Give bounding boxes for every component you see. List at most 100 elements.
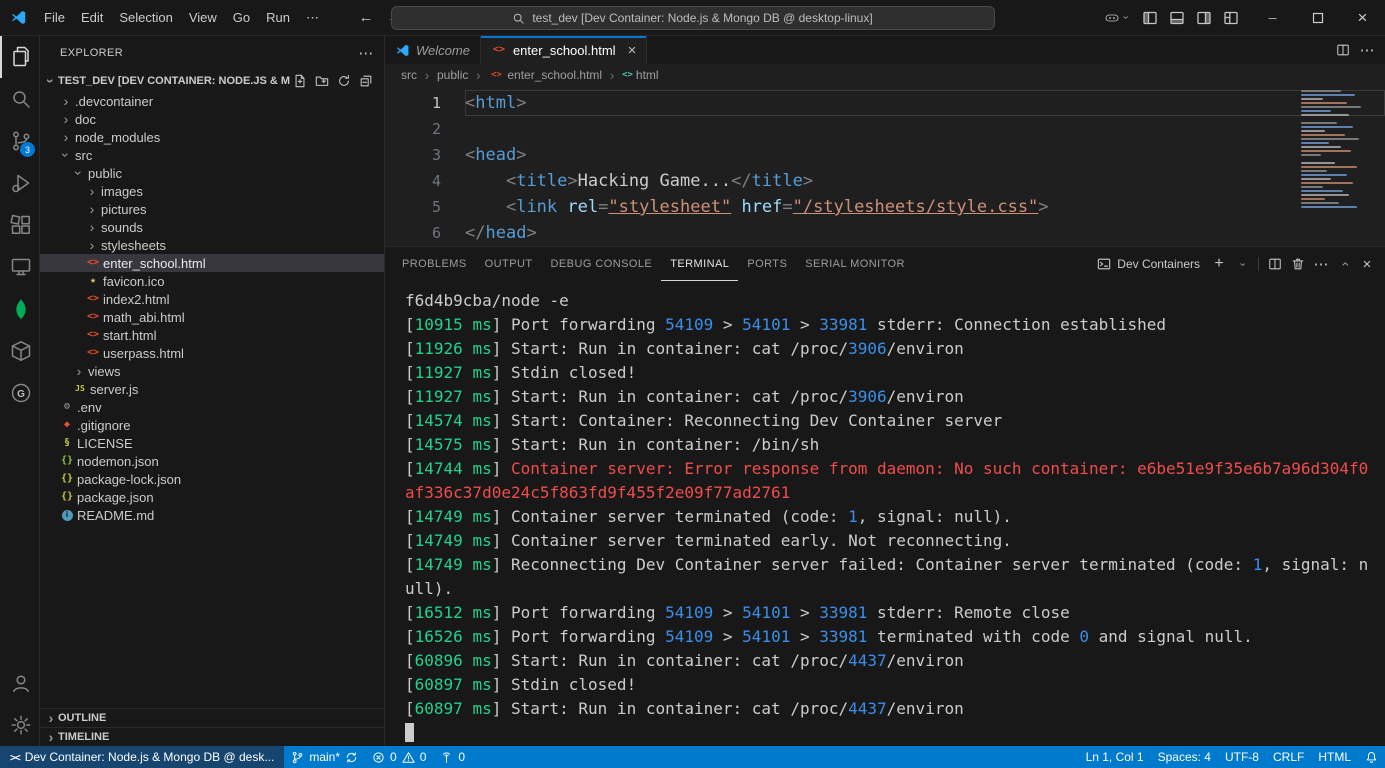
folder-public[interactable]: public: [40, 164, 384, 182]
file-math-abi-html[interactable]: <>math_abi.html: [40, 308, 384, 326]
remote-indicator[interactable]: Dev Container: Node.js & Mongo DB @ desk…: [0, 746, 284, 768]
cursor-position[interactable]: Ln 1, Col 1: [1079, 746, 1151, 768]
folder-sounds[interactable]: sounds: [40, 218, 384, 236]
folder-pictures[interactable]: pictures: [40, 200, 384, 218]
terminal-profile-selector[interactable]: Dev Containers: [1091, 257, 1206, 271]
customize-layout-button[interactable]: [1220, 7, 1242, 29]
env-file-icon: ⚙: [59, 402, 75, 412]
file-server-js[interactable]: JSserver.js: [40, 380, 384, 398]
panel-tab-debug-console[interactable]: DEBUG CONSOLE: [542, 247, 662, 281]
menu-go[interactable]: Go: [225, 6, 258, 29]
timeline-section[interactable]: TIMELINE: [40, 727, 384, 746]
file-package-lock-json[interactable]: {}package-lock.json: [40, 470, 384, 488]
ports-indicator[interactable]: 0: [433, 746, 472, 768]
go-back-icon[interactable]: [355, 7, 377, 29]
new-terminal-button[interactable]: [1209, 254, 1229, 274]
branch-label: main*: [309, 750, 340, 764]
kill-terminal-button[interactable]: [1288, 254, 1308, 274]
split-terminal-button[interactable]: [1265, 254, 1285, 274]
file-start-html[interactable]: <>start.html: [40, 326, 384, 344]
code-editor[interactable]: 123456 <html><head> <title>Hacking Game.…: [385, 86, 1385, 246]
toggle-primary-sidebar-button[interactable]: [1139, 7, 1161, 29]
menu-selection[interactable]: Selection: [111, 6, 180, 29]
panel-tab-serial-monitor[interactable]: SERIAL MONITOR: [796, 247, 914, 281]
menu-edit[interactable]: Edit: [73, 6, 111, 29]
search-icon[interactable]: [0, 78, 39, 120]
toggle-panel-button[interactable]: [1166, 7, 1188, 29]
folder-doc[interactable]: doc: [40, 110, 384, 128]
settings-icon[interactable]: [0, 704, 39, 746]
refresh-explorer-button[interactable]: [334, 71, 354, 91]
source-control-icon[interactable]: 3: [0, 120, 39, 162]
encoding-setting[interactable]: UTF-8: [1218, 746, 1266, 768]
docker-icon[interactable]: [0, 330, 39, 372]
folder-src[interactable]: src: [40, 146, 384, 164]
folder-node-modules[interactable]: node_modules: [40, 128, 384, 146]
maximize-button[interactable]: [1295, 0, 1340, 36]
run-and-debug-icon[interactable]: [0, 162, 39, 204]
git-branch-indicator[interactable]: main*: [284, 746, 365, 768]
file-gitignore[interactable]: ◆.gitignore: [40, 416, 384, 434]
language-mode[interactable]: HTML: [1311, 746, 1358, 768]
menu-file[interactable]: File: [36, 6, 73, 29]
terminal-dropdown-button[interactable]: [1232, 254, 1252, 274]
file-env[interactable]: ⚙.env: [40, 398, 384, 416]
folder-devcontainer[interactable]: .devcontainer: [40, 92, 384, 110]
breadcrumb-enter-school-html[interactable]: enter_school.html: [507, 68, 602, 82]
file-favicon-ico[interactable]: ★favicon.ico: [40, 272, 384, 290]
menu-more[interactable]: ⋯: [298, 6, 327, 29]
copilot-menu-button[interactable]: [1100, 7, 1134, 29]
tab-welcome[interactable]: Welcome: [385, 36, 481, 64]
remote-explorer-icon[interactable]: [0, 246, 39, 288]
collapse-folders-button[interactable]: [356, 71, 376, 91]
toggle-secondary-sidebar-button[interactable]: [1193, 7, 1215, 29]
close-panel-button[interactable]: [1357, 254, 1377, 274]
project-root-folder[interactable]: TEST_DEV [DEV CONTAINER: NODE.JS & MONGO…: [40, 70, 384, 92]
new-file-button[interactable]: [290, 71, 310, 91]
panel-tab-ports[interactable]: PORTS: [738, 247, 796, 281]
file-index2-html[interactable]: <>index2.html: [40, 290, 384, 308]
panel-tab-output[interactable]: OUTPUT: [476, 247, 542, 281]
menu-run[interactable]: Run: [258, 6, 298, 29]
breadcrumb-src[interactable]: src: [401, 68, 417, 82]
close-window-button[interactable]: [1340, 0, 1385, 36]
search-icon: [512, 12, 525, 25]
maximize-panel-button[interactable]: [1334, 254, 1354, 274]
minimize-button[interactable]: [1250, 0, 1295, 36]
file-enter-school-html[interactable]: <>enter_school.html: [40, 254, 384, 272]
menu-view[interactable]: View: [181, 6, 225, 29]
accounts-icon[interactable]: [0, 662, 39, 704]
indentation-setting[interactable]: Spaces: 4: [1151, 746, 1218, 768]
extensions-icon[interactable]: [0, 204, 39, 246]
g-extension-icon[interactable]: G: [0, 372, 39, 414]
minimap[interactable]: [1301, 90, 1373, 208]
split-editor-button[interactable]: [1333, 40, 1353, 60]
breadcrumb-html[interactable]: html: [636, 68, 659, 82]
file-userpass-html[interactable]: <>userpass.html: [40, 344, 384, 362]
panel-tab-terminal[interactable]: TERMINAL: [661, 247, 738, 281]
folder-views[interactable]: views: [40, 362, 384, 380]
breadcrumb-public[interactable]: public: [437, 68, 468, 82]
explorer-more-actions-icon[interactable]: [356, 43, 376, 63]
tab-enter-school-html[interactable]: <>enter_school.html: [481, 36, 647, 64]
file-nodemon-json[interactable]: {}nodemon.json: [40, 452, 384, 470]
close-tab-icon[interactable]: [628, 42, 637, 59]
folder-stylesheets[interactable]: stylesheets: [40, 236, 384, 254]
eol-setting[interactable]: CRLF: [1266, 746, 1311, 768]
new-folder-button[interactable]: [312, 71, 332, 91]
file-license[interactable]: §LICENSE: [40, 434, 384, 452]
terminal-output[interactable]: f6d4b9cba/node -e[10915 ms] Port forward…: [385, 281, 1385, 746]
mongodb-icon[interactable]: [0, 288, 39, 330]
outline-section[interactable]: OUTLINE: [40, 708, 384, 727]
panel-more-actions-icon[interactable]: [1311, 254, 1331, 274]
notifications-bell[interactable]: [1358, 746, 1385, 768]
file-package-json[interactable]: {}package.json: [40, 488, 384, 506]
explorer-icon[interactable]: [0, 36, 39, 78]
panel-tab-problems[interactable]: PROBLEMS: [393, 247, 476, 281]
new-file-icon: [293, 74, 307, 88]
file-readme-md[interactable]: iREADME.md: [40, 506, 384, 524]
problems-indicator[interactable]: 0 0: [365, 746, 433, 768]
folder-images[interactable]: images: [40, 182, 384, 200]
editor-more-actions-icon[interactable]: [1357, 40, 1377, 60]
command-center-search[interactable]: test_dev [Dev Container: Node.js & Mongo…: [391, 6, 995, 30]
